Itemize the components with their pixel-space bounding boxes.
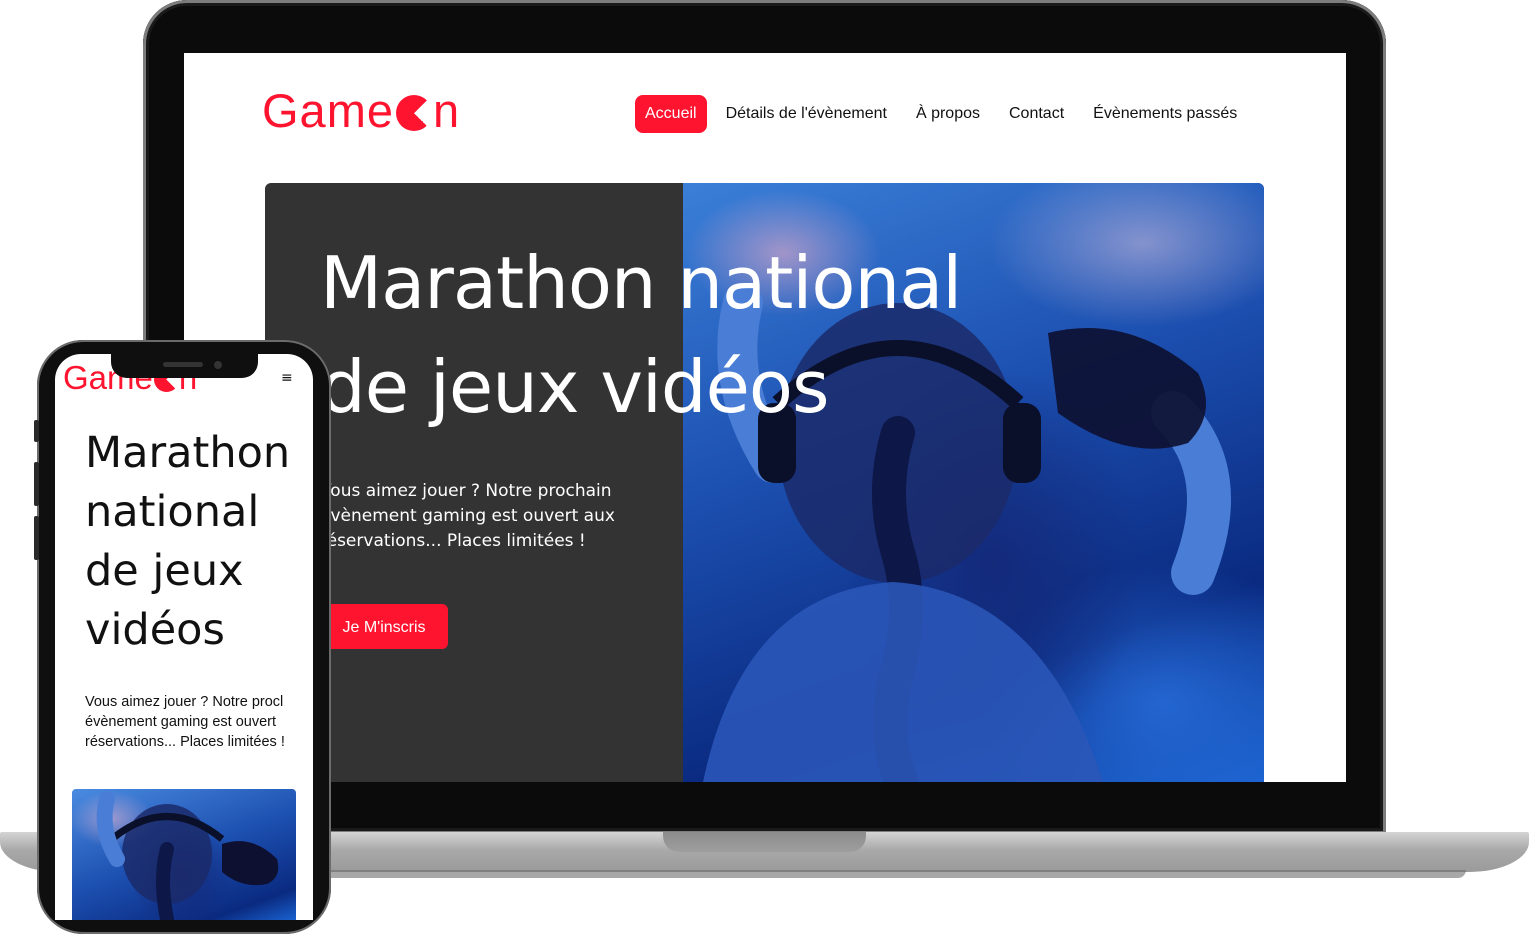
phone-volume-down	[34, 516, 39, 560]
nav-item-evenements-passes[interactable]: Évènements passés	[1083, 95, 1247, 133]
mobile-hero-text-line: réservations... Places limitées !	[85, 734, 285, 750]
phone-speaker	[163, 362, 203, 367]
mobile-hero-text-line: évènement gaming est ouvert	[85, 714, 277, 730]
phone-camera	[214, 361, 222, 369]
hamburger-menu-icon[interactable]: ≡	[281, 370, 293, 386]
desktop-site: Game n Accueil Détails de l'évènement À p…	[184, 53, 1346, 782]
laptop-opening-notch	[663, 832, 866, 852]
main-nav: Accueil Détails de l'évènement À propos …	[635, 95, 1256, 133]
mobile-hero-text: Vous aimez jouer ? Notre procl évènement…	[85, 692, 313, 752]
nav-item-details[interactable]: Détails de l'évènement	[716, 95, 897, 133]
pacman-o-icon	[396, 95, 432, 131]
desktop-logo[interactable]: Game n	[262, 83, 460, 139]
phone-mute-switch	[34, 420, 39, 442]
nav-item-a-propos[interactable]: À propos	[906, 95, 990, 133]
hero-title: Marathon national de jeux vidéos	[320, 241, 962, 429]
hero-text: Vous aimez jouer ? Notre prochain évènem…	[320, 481, 615, 551]
logo-text-game: Game	[262, 84, 394, 137]
mobile-hero-title: Marathon national de jeux vidéos	[85, 428, 291, 655]
nav-item-contact[interactable]: Contact	[999, 95, 1074, 133]
mobile-hero-text-line: Vous aimez jouer ? Notre procl	[85, 694, 284, 710]
mobile-site: Gamen ≡ Marathon national de jeux vidéos…	[55, 354, 313, 920]
mobile-gamer-silhouette	[96, 791, 279, 920]
hero-section: Marathon national de jeux vidéos Vous ai…	[265, 183, 1264, 782]
signup-button[interactable]: Je M'inscris	[320, 604, 448, 649]
nav-item-accueil[interactable]: Accueil	[635, 95, 707, 133]
mobile-hero-photo	[72, 789, 296, 920]
phone-volume-up	[34, 462, 39, 506]
logo-text-n: n	[433, 84, 461, 137]
